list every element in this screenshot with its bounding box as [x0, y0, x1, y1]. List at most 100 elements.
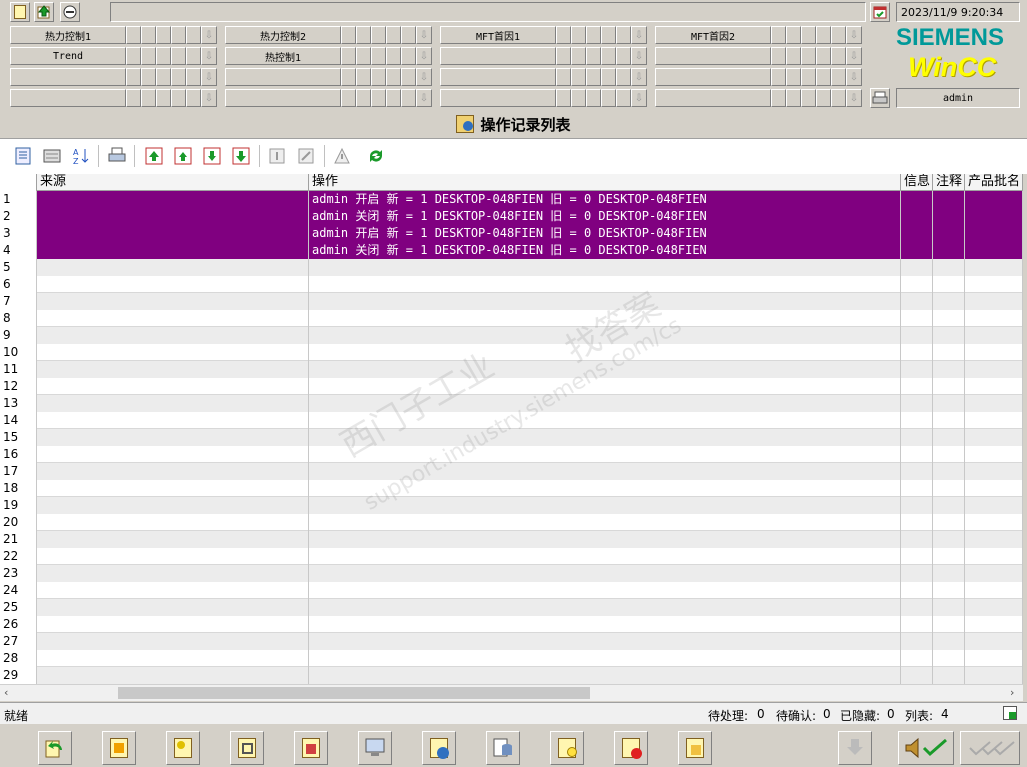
cell-operation[interactable] — [309, 463, 901, 480]
cell-operation[interactable] — [309, 327, 901, 344]
cell-source[interactable] — [37, 395, 309, 412]
cell-comment[interactable] — [933, 378, 965, 395]
nav-slot[interactable] — [801, 26, 816, 44]
cell-source[interactable] — [37, 548, 309, 565]
cell-source[interactable] — [37, 565, 309, 582]
nav-slot[interactable] — [786, 47, 801, 65]
cell-source[interactable] — [37, 242, 309, 259]
disable-alarm-icon[interactable] — [614, 731, 648, 765]
scrollbar-thumb[interactable] — [118, 687, 590, 699]
nav-slot[interactable] — [786, 26, 801, 44]
cell-info[interactable] — [901, 361, 933, 378]
nav-button[interactable] — [440, 47, 556, 65]
cell-source[interactable] — [37, 293, 309, 310]
cell-operation[interactable] — [309, 259, 901, 276]
cell-comment[interactable] — [933, 259, 965, 276]
cell-batch[interactable] — [965, 344, 1023, 361]
table-row[interactable]: 27 — [0, 633, 1023, 650]
nav-slot[interactable] — [571, 47, 586, 65]
alarm-list-icon[interactable] — [102, 731, 136, 765]
nav-slot[interactable] — [186, 47, 201, 65]
nav-slot[interactable] — [156, 47, 171, 65]
arrow-down-icon[interactable]: ⇩ — [201, 47, 217, 65]
column-header-batch[interactable]: 产品批名 — [965, 174, 1023, 191]
nav-button[interactable]: 热控制1 — [225, 47, 341, 65]
nav-slot[interactable] — [771, 26, 786, 44]
nav-slot[interactable] — [341, 26, 356, 44]
column-header-operation[interactable]: 操作 — [309, 174, 901, 191]
nav-slot[interactable] — [171, 47, 186, 65]
table-row[interactable]: 17 — [0, 463, 1023, 480]
cell-source[interactable] — [37, 633, 309, 650]
cell-source[interactable] — [37, 361, 309, 378]
cell-operation[interactable]: admin 关闭 新 = 1 DESKTOP-048FIEN 旧 = 0 DES… — [309, 242, 901, 259]
nav-slot[interactable] — [371, 47, 386, 65]
nav-button[interactable] — [10, 89, 126, 107]
cell-operation[interactable] — [309, 446, 901, 463]
nav-slot[interactable] — [141, 47, 156, 65]
cell-batch[interactable] — [965, 514, 1023, 531]
cell-info[interactable] — [901, 208, 933, 225]
cell-info[interactable] — [901, 429, 933, 446]
cell-batch[interactable] — [965, 412, 1023, 429]
nav-button[interactable] — [10, 68, 126, 86]
scroll-right-icon[interactable]: › — [1010, 686, 1014, 699]
table-row[interactable]: 19 — [0, 497, 1023, 514]
arrow-down-icon[interactable]: ⇩ — [416, 26, 432, 44]
nav-slot[interactable] — [401, 68, 416, 86]
cell-info[interactable] — [901, 548, 933, 565]
nav-slot[interactable] — [616, 89, 631, 107]
cell-batch[interactable] — [965, 599, 1023, 616]
cell-source[interactable] — [37, 599, 309, 616]
cell-comment[interactable] — [933, 242, 965, 259]
cell-source[interactable] — [37, 531, 309, 548]
table-row[interactable]: 14 — [0, 412, 1023, 429]
cell-batch[interactable] — [965, 327, 1023, 344]
cell-batch[interactable] — [965, 531, 1023, 548]
table-row[interactable]: 11 — [0, 361, 1023, 378]
nav-slot[interactable] — [801, 89, 816, 107]
cell-comment[interactable] — [933, 344, 965, 361]
cell-comment[interactable] — [933, 599, 965, 616]
cell-operation[interactable] — [309, 565, 901, 582]
cell-comment[interactable] — [933, 514, 965, 531]
arrow-down-icon[interactable]: ⇩ — [846, 47, 862, 65]
cell-batch[interactable] — [965, 548, 1023, 565]
nav-slot[interactable] — [371, 68, 386, 86]
nav-slot[interactable] — [801, 47, 816, 65]
archive-list-icon[interactable] — [41, 145, 63, 167]
nav-slot[interactable] — [616, 47, 631, 65]
login-icon[interactable] — [34, 2, 54, 22]
new-doc-icon[interactable] — [10, 2, 30, 22]
cell-source[interactable] — [37, 310, 309, 327]
cell-batch[interactable] — [965, 633, 1023, 650]
table-row[interactable]: 8 — [0, 310, 1023, 327]
cell-source[interactable] — [37, 497, 309, 514]
cell-operation[interactable] — [309, 378, 901, 395]
cell-info[interactable] — [901, 599, 933, 616]
cell-source[interactable] — [37, 429, 309, 446]
nav-slot[interactable] — [371, 89, 386, 107]
cell-info[interactable] — [901, 446, 933, 463]
cell-source[interactable] — [37, 276, 309, 293]
info-text-icon[interactable] — [266, 145, 288, 167]
nav-slot[interactable] — [601, 89, 616, 107]
cell-comment[interactable] — [933, 412, 965, 429]
cell-comment[interactable] — [933, 327, 965, 344]
table-row[interactable]: 28 — [0, 650, 1023, 667]
nav-button[interactable]: MFT首因2 — [655, 26, 771, 44]
cell-operation[interactable] — [309, 480, 901, 497]
nav-slot[interactable] — [126, 47, 141, 65]
table-row[interactable]: 2 admin 关闭 新 = 1 DESKTOP-048FIEN 旧 = 0 DE… — [0, 208, 1023, 225]
nav-slot[interactable] — [386, 26, 401, 44]
nav-slot[interactable] — [386, 68, 401, 86]
arrow-down-icon[interactable]: ⇩ — [201, 68, 217, 86]
nav-slot[interactable] — [786, 68, 801, 86]
nav-slot[interactable] — [386, 89, 401, 107]
nav-slot[interactable] — [816, 68, 831, 86]
nav-slot[interactable] — [556, 89, 571, 107]
table-row[interactable]: 25 — [0, 599, 1023, 616]
cell-batch[interactable] — [965, 310, 1023, 327]
cell-info[interactable] — [901, 633, 933, 650]
nav-slot[interactable] — [556, 68, 571, 86]
